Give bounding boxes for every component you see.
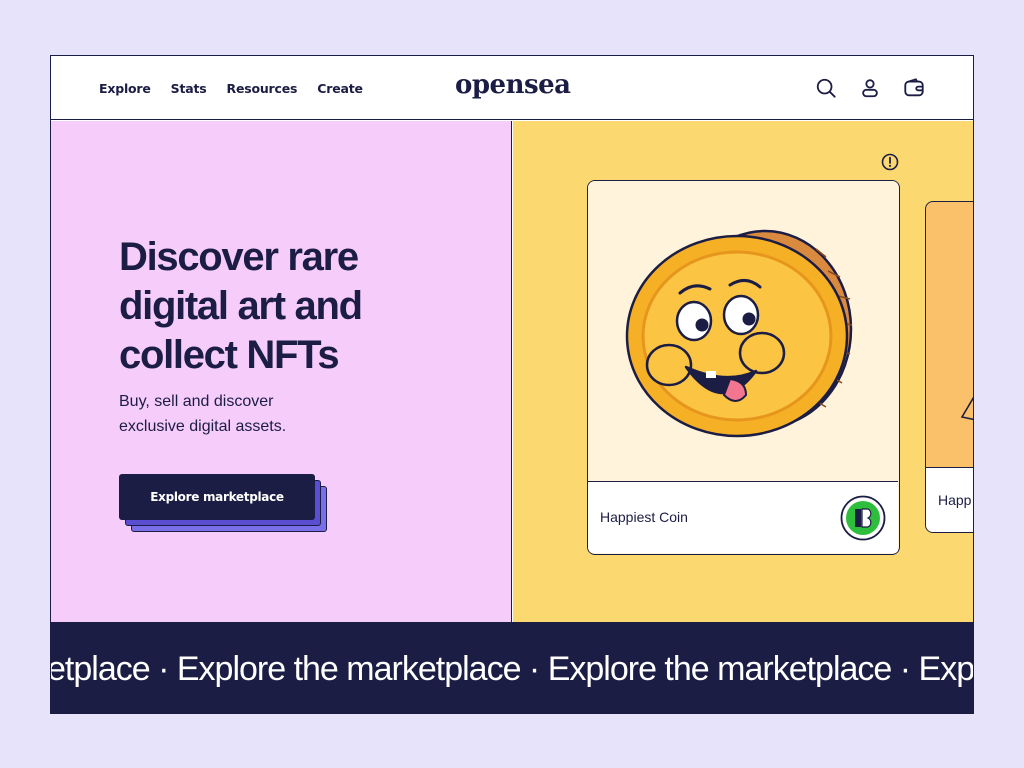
nft-card-happiest-coin[interactable]: Happiest Coin <box>587 180 900 555</box>
header-actions <box>815 56 925 120</box>
nft-card-partial[interactable]: Happ <box>925 201 973 533</box>
page-frame: Explore Stats Resources Create opensea D… <box>50 55 974 714</box>
subline-line-1: Buy, sell and discover <box>119 393 274 410</box>
card-footer: Happiest Coin <box>588 481 898 553</box>
hero-right-panel: Happiest Coin Happ <box>513 121 973 622</box>
headline-line-1: Discover rare <box>119 235 359 279</box>
collection-badge-icon[interactable] <box>840 495 886 541</box>
happiest-coin-artwork <box>588 181 898 481</box>
main-nav: Explore Stats Resources Create <box>99 56 363 120</box>
headline-line-3: collect NFTs <box>119 333 340 377</box>
nav-resources[interactable]: Resources <box>227 81 298 96</box>
subline-line-2: exclusive digital assets. <box>119 418 287 435</box>
search-icon[interactable] <box>815 77 837 99</box>
user-icon[interactable] <box>859 77 881 99</box>
card2-artwork <box>960 396 973 421</box>
opensea-logo[interactable]: opensea <box>455 70 571 100</box>
card-title: Happiest Coin <box>600 509 688 525</box>
marquee-text: etplace · Explore the marketplace · Expl… <box>51 650 973 688</box>
headline-line-2: digital art and <box>119 284 363 328</box>
site-header: Explore Stats Resources Create opensea <box>51 56 973 120</box>
card2-title: Happ <box>938 492 972 508</box>
card2-footer: Happ <box>926 467 973 532</box>
hero-headline: Discover rare digital art and collect NF… <box>119 233 459 380</box>
marquee-banner[interactable]: etplace · Explore the marketplace · Expl… <box>51 622 973 713</box>
explore-marketplace-button[interactable]: Explore marketplace <box>119 474 315 520</box>
nav-explore[interactable]: Explore <box>99 81 151 96</box>
nav-create[interactable]: Create <box>317 81 363 96</box>
hero-subline: Buy, sell and discover exclusive digital… <box>119 389 379 439</box>
info-alert-icon[interactable] <box>881 153 899 171</box>
cta-stack: Explore marketplace <box>119 474 329 536</box>
wallet-icon[interactable] <box>903 77 925 99</box>
hero-left-panel: Discover rare digital art and collect NF… <box>51 121 512 622</box>
nav-stats[interactable]: Stats <box>171 81 207 96</box>
